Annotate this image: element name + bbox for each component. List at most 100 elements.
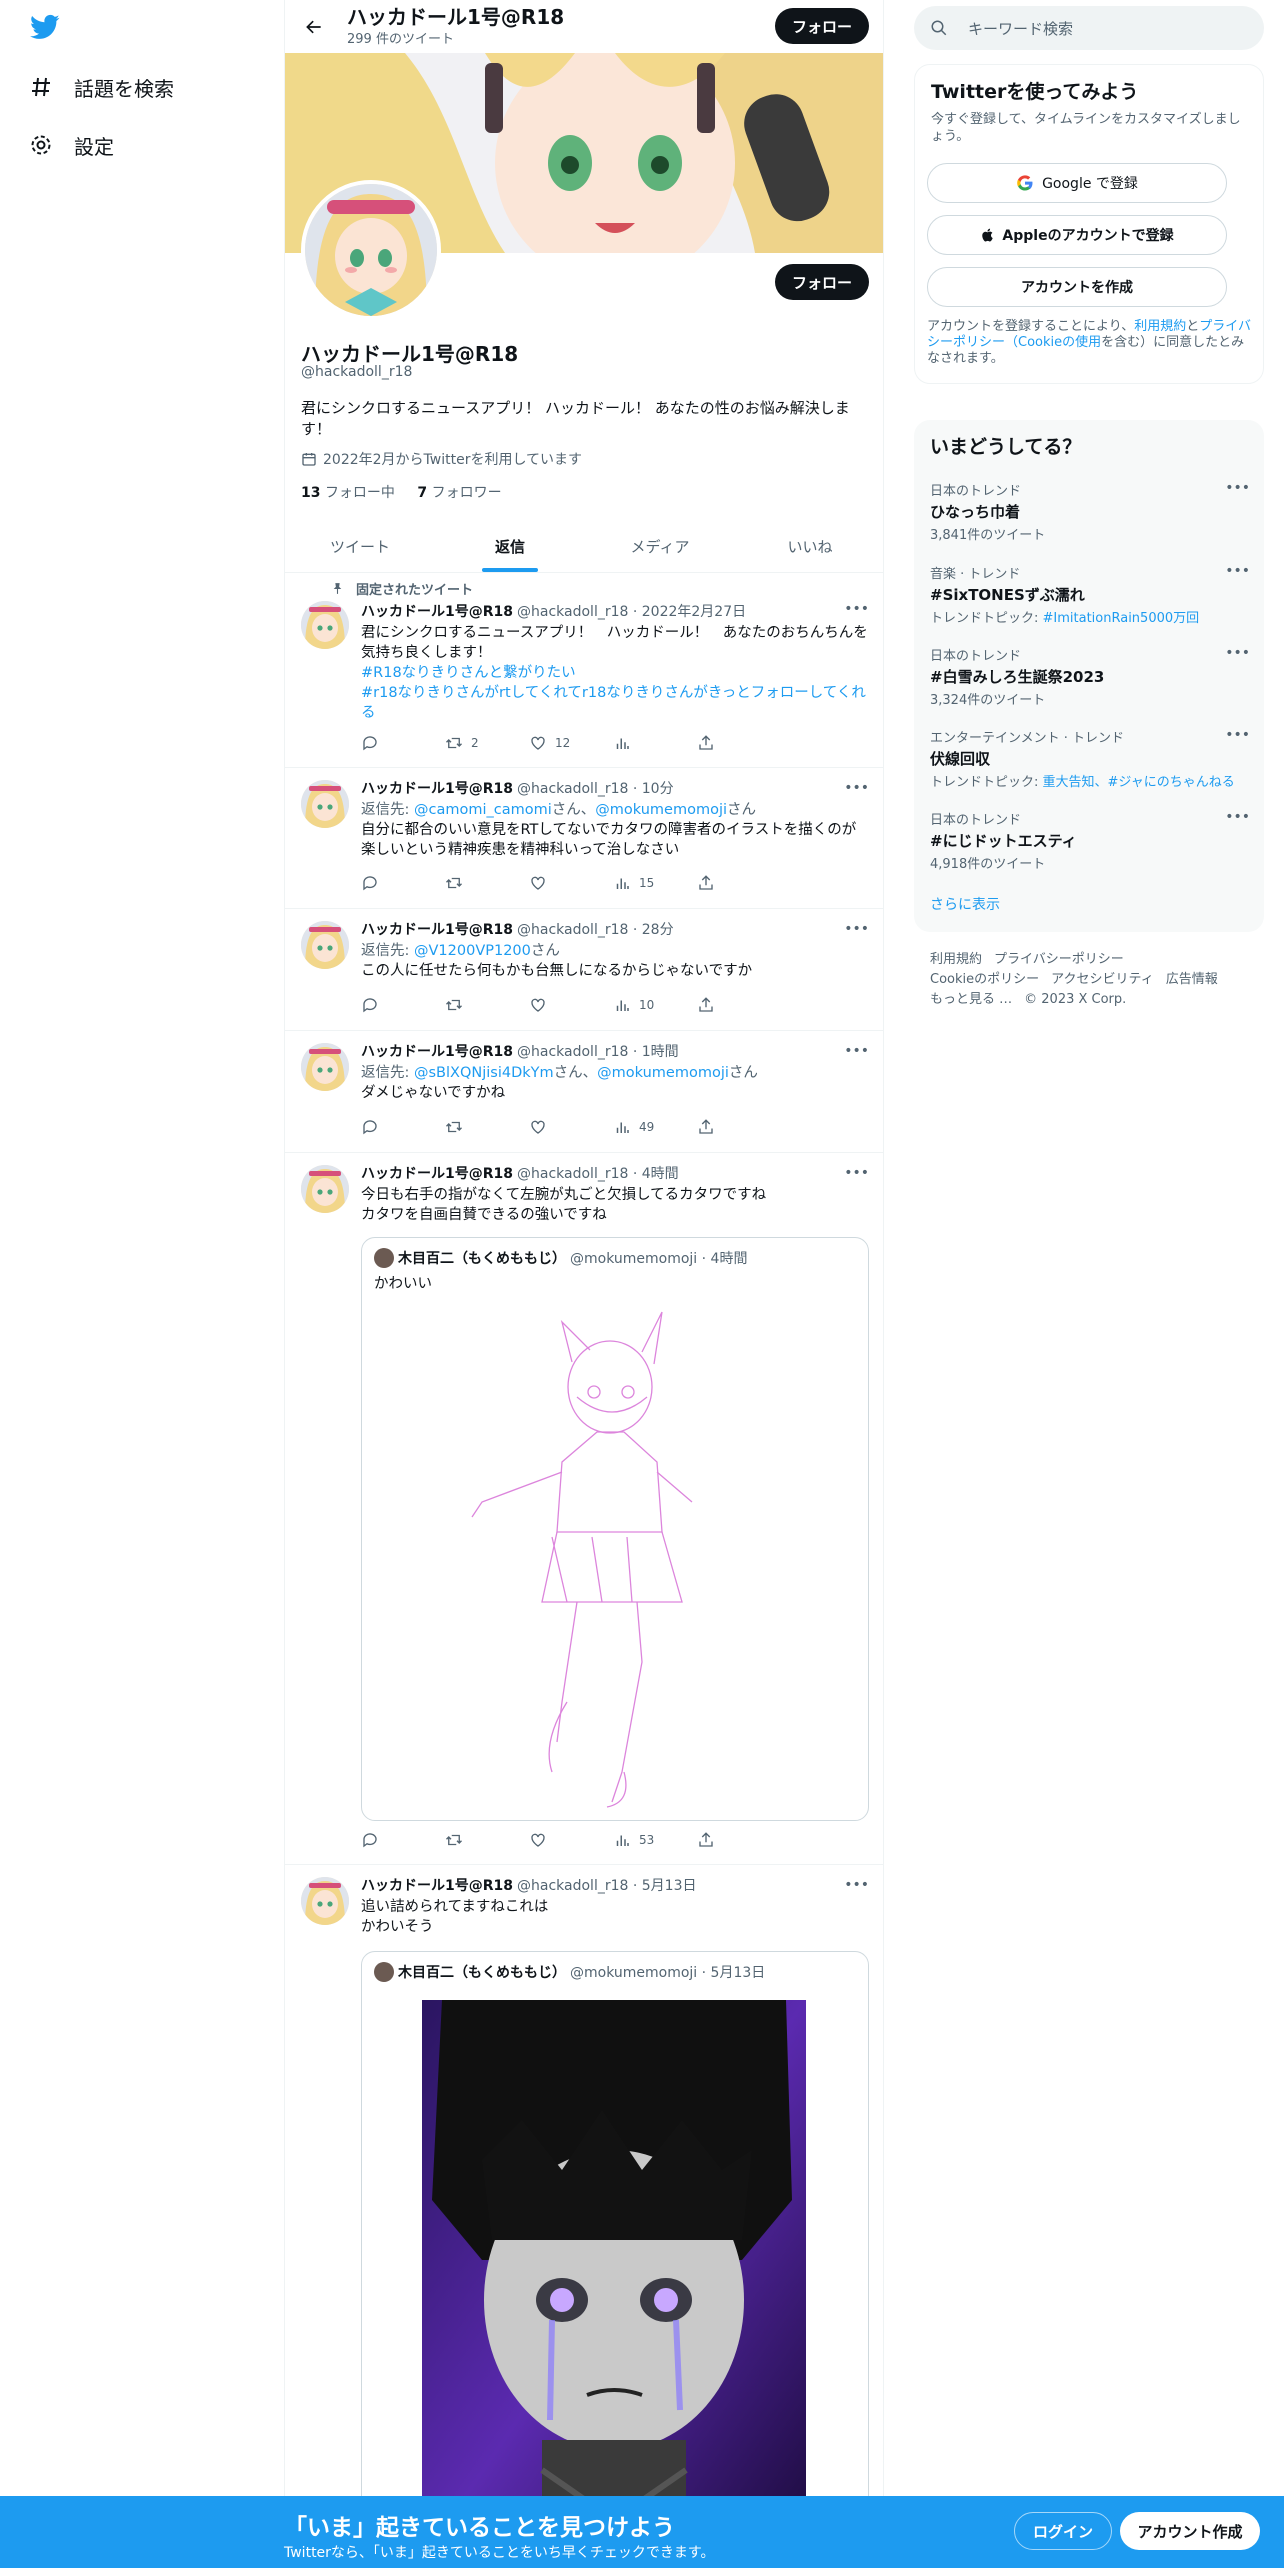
login-button[interactable]: ログイン bbox=[1014, 2512, 1112, 2550]
mention-link[interactable]: @mokumemomoji bbox=[595, 802, 727, 818]
quote-illustration-image[interactable] bbox=[422, 2000, 806, 2560]
retweet-button[interactable] bbox=[445, 874, 529, 892]
tab-likes[interactable]: いいね bbox=[735, 520, 883, 572]
tweet-author-name[interactable]: ハッカドール1号@R18 bbox=[361, 601, 513, 621]
more-options-icon[interactable]: ••• bbox=[1225, 727, 1250, 743]
tweet-item[interactable]: ハッカドール1号@R18 @hackadoll_r18 · 10分 返信先: @c… bbox=[285, 768, 883, 909]
tweet-avatar[interactable] bbox=[301, 1043, 349, 1091]
like-button[interactable] bbox=[529, 1118, 613, 1136]
quoted-tweet[interactable]: 木目百二（もくめももじ） @mokumemomoji · 5月13日 bbox=[361, 1951, 869, 2568]
trend-item[interactable]: 日本のトレンド ひなっち巾着 3,841件のツイート ••• bbox=[930, 480, 1250, 543]
tweet-author-name[interactable]: ハッカドール1号@R18 bbox=[361, 1041, 513, 1061]
trend-item[interactable]: 日本のトレンド #白雪みしろ生誕祭2023 3,324件のツイート ••• bbox=[930, 645, 1250, 708]
footer-privacy-link[interactable]: プライバシーポリシー bbox=[994, 952, 1124, 967]
tweet-author-name[interactable]: ハッカドール1号@R18 bbox=[361, 919, 513, 939]
mention-link[interactable]: @sBlXQNjisi4DkYm bbox=[414, 1065, 554, 1081]
share-button[interactable] bbox=[697, 1831, 781, 1849]
retweet-button[interactable] bbox=[445, 1831, 529, 1849]
terms-link[interactable]: 利用規約 bbox=[1134, 319, 1186, 334]
trend-item[interactable]: エンターテインメント · トレンド 伏線回収 トレンドトピック: 重大告知、#ジ… bbox=[930, 727, 1250, 790]
apple-signup-button[interactable]: Appleのアカウントで登録 bbox=[927, 215, 1227, 255]
tweet-author-name[interactable]: ハッカドール1号@R18 bbox=[361, 1875, 513, 1895]
tweet-text-line: 追い詰められてますねこれは bbox=[361, 1899, 549, 1915]
following-link[interactable]: 13 フォロー中 bbox=[301, 485, 395, 501]
more-options-icon[interactable]: ••• bbox=[844, 1877, 869, 1893]
retweet-button[interactable] bbox=[445, 996, 529, 1014]
more-options-icon[interactable]: ••• bbox=[844, 780, 869, 796]
views-button[interactable]: 49 bbox=[613, 1118, 697, 1136]
tweet-item[interactable]: 固定されたツイート ハッカドール1号@R18 @hackadoll_r18 · 2… bbox=[285, 573, 883, 768]
more-options-icon[interactable]: ••• bbox=[844, 1165, 869, 1181]
show-more-link[interactable]: さらに表示 bbox=[930, 894, 1000, 914]
hashtag-link[interactable]: #r18なりきりさんがrtしてくれてr18なりきりさんがきっとフォローしてくれる bbox=[361, 683, 869, 723]
more-options-icon[interactable]: ••• bbox=[844, 601, 869, 617]
reply-button[interactable] bbox=[361, 996, 445, 1014]
trend-item[interactable]: 日本のトレンド #にじドットエスティ 4,918件のツイート ••• bbox=[930, 809, 1250, 872]
footer-more-link[interactable]: もっと見る … bbox=[930, 992, 1012, 1007]
tweet-avatar[interactable] bbox=[301, 921, 349, 969]
tweet-avatar[interactable] bbox=[301, 1165, 349, 1213]
profile-follow-button[interactable]: フォロー bbox=[775, 264, 869, 300]
share-button[interactable] bbox=[697, 1118, 781, 1136]
profile-avatar[interactable] bbox=[301, 180, 441, 320]
reply-button[interactable] bbox=[361, 734, 445, 752]
mention-link[interactable]: @camomi_camomi bbox=[414, 802, 552, 818]
views-button[interactable]: 15 bbox=[613, 874, 697, 892]
tweet-avatar[interactable] bbox=[301, 780, 349, 828]
back-arrow-icon[interactable] bbox=[297, 10, 331, 44]
reply-button[interactable] bbox=[361, 1118, 445, 1136]
more-options-icon[interactable]: ••• bbox=[844, 1043, 869, 1059]
followers-link[interactable]: 7 フォロワー bbox=[417, 485, 501, 501]
header-follow-button[interactable]: フォロー bbox=[775, 8, 869, 44]
footer-terms-link[interactable]: 利用規約 bbox=[930, 952, 982, 967]
tweet-avatar[interactable] bbox=[301, 601, 349, 649]
more-options-icon[interactable]: ••• bbox=[1225, 645, 1250, 661]
reply-button[interactable] bbox=[361, 874, 445, 892]
create-account-button[interactable]: アカウントを作成 bbox=[927, 267, 1227, 307]
search-input[interactable]: キーワード検索 bbox=[914, 6, 1264, 50]
views-button[interactable]: 10 bbox=[613, 996, 697, 1014]
retweet-button[interactable]: 2 bbox=[445, 734, 529, 752]
footer-accessibility-link[interactable]: アクセシビリティ bbox=[1051, 972, 1154, 987]
share-button[interactable] bbox=[697, 996, 781, 1014]
like-button[interactable] bbox=[529, 996, 613, 1014]
hashtag-link[interactable]: #R18なりきりさんと繋がりたい bbox=[361, 663, 869, 683]
tweet-item[interactable]: ハッカドール1号@R18 @hackadoll_r18 · 28分 返信先: @V… bbox=[285, 909, 883, 1031]
tab-tweets[interactable]: ツイート bbox=[285, 520, 435, 572]
tab-replies[interactable]: 返信 bbox=[435, 520, 585, 572]
tweet-item[interactable]: ハッカドール1号@R18 @hackadoll_r18 · 5月13日 追い詰めら… bbox=[285, 1865, 883, 2568]
footer-ads-link[interactable]: 広告情報 bbox=[1166, 972, 1218, 987]
footer-cookie-link[interactable]: Cookieのポリシー bbox=[930, 972, 1039, 987]
views-button[interactable] bbox=[613, 734, 697, 752]
signup-button[interactable]: アカウント作成 bbox=[1120, 2512, 1260, 2550]
more-options-icon[interactable]: ••• bbox=[1225, 809, 1250, 825]
quote-sketch-image[interactable] bbox=[362, 1302, 868, 1820]
tweet-author-name[interactable]: ハッカドール1号@R18 bbox=[361, 778, 513, 798]
like-button[interactable]: 12 bbox=[529, 734, 613, 752]
trend-topic-link[interactable]: 重大告知、#ジャにのちゃんねる bbox=[1043, 775, 1235, 790]
trend-item[interactable]: 音楽 · トレンド #SixTONESずぶ濡れ トレンドトピック: #Imita… bbox=[930, 563, 1250, 626]
reply-button[interactable] bbox=[361, 1831, 445, 1849]
tweet-item[interactable]: ハッカドール1号@R18 @hackadoll_r18 · 4時間 今日も右手の指… bbox=[285, 1153, 883, 1865]
share-button[interactable] bbox=[697, 874, 781, 892]
views-button[interactable]: 53 bbox=[613, 1831, 697, 1849]
like-button[interactable] bbox=[529, 1831, 613, 1849]
google-signup-button[interactable]: Google で登録 bbox=[927, 163, 1227, 203]
nav-explore[interactable]: 話題を検索 bbox=[28, 67, 174, 107]
share-button[interactable] bbox=[697, 734, 781, 752]
tab-media[interactable]: メディア bbox=[585, 520, 735, 572]
tweet-item[interactable]: ハッカドール1号@R18 @hackadoll_r18 · 1時間 返信先: @s… bbox=[285, 1031, 883, 1153]
more-options-icon[interactable]: ••• bbox=[1225, 563, 1250, 579]
more-options-icon[interactable]: ••• bbox=[1225, 480, 1250, 496]
more-options-icon[interactable]: ••• bbox=[844, 921, 869, 937]
tweet-avatar[interactable] bbox=[301, 1877, 349, 1925]
like-button[interactable] bbox=[529, 874, 613, 892]
quoted-tweet[interactable]: 木目百二（もくめももじ） @mokumemomoji · 4時間 かわいい bbox=[361, 1237, 869, 1821]
tweet-author-name[interactable]: ハッカドール1号@R18 bbox=[361, 1163, 513, 1183]
retweet-button[interactable] bbox=[445, 1118, 529, 1136]
trend-topic-link[interactable]: #ImitationRain5000万回 bbox=[1043, 611, 1200, 626]
mention-link[interactable]: @V1200VP1200 bbox=[414, 943, 531, 959]
twitter-logo-icon[interactable] bbox=[28, 12, 64, 44]
nav-settings[interactable]: 設定 bbox=[28, 125, 114, 165]
mention-link[interactable]: @mokumemomoji bbox=[597, 1065, 729, 1081]
